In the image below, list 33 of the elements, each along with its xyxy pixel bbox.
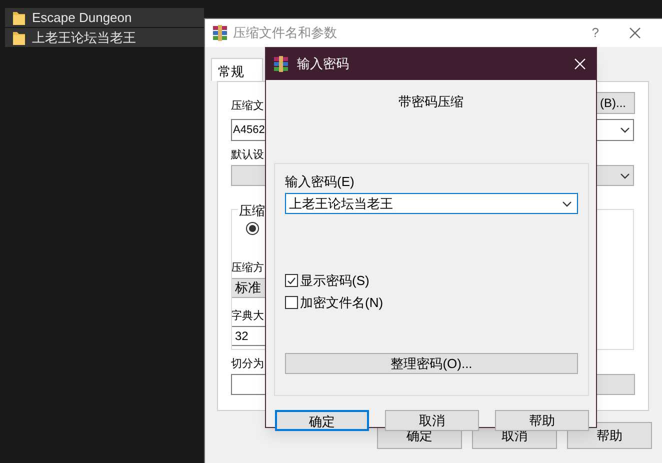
chevron-icon <box>620 127 630 133</box>
field-label: 默认设 <box>231 148 264 163</box>
checkbox-label: 显示密码(S) <box>300 274 370 287</box>
dialog-button[interactable]: 取消 <box>385 410 479 431</box>
help-button[interactable]: ? <box>592 23 599 43</box>
dialog-button[interactable]: 帮助 <box>495 410 589 431</box>
password-field[interactable]: 上老王论坛当老王 <box>285 193 578 214</box>
books-icon <box>273 56 289 72</box>
window-title: 压缩文件名和参数 <box>233 24 337 42</box>
chevron-icon <box>620 172 630 178</box>
checkbox-label: 加密文件名(N) <box>300 296 384 309</box>
dialog-button[interactable]: 确定 <box>275 410 369 431</box>
field-label: 输入密码(E) <box>285 174 354 190</box>
checkbox[interactable] <box>285 296 298 309</box>
organize-button[interactable]: 整理密码(O)... <box>285 353 578 374</box>
radio-button[interactable] <box>246 222 259 235</box>
folder-icon <box>12 10 26 26</box>
window-title: 输入密码 <box>297 55 349 74</box>
field-label: 压缩方 <box>231 260 264 276</box>
folder-icon <box>12 30 26 46</box>
field-label: 压缩文 <box>231 98 264 114</box>
tab[interactable]: 常规 <box>211 58 263 81</box>
file-row[interactable]: Escape Dungeon <box>5 8 204 27</box>
field-value: 上老王论坛当老王 <box>289 194 393 213</box>
file-name: 上老王论坛当老王 <box>32 28 136 47</box>
file-row[interactable]: 上老王论坛当老王 <box>5 28 204 47</box>
books-icon <box>212 25 228 41</box>
chevron-icon <box>562 200 572 206</box>
checkbox[interactable] <box>285 274 298 287</box>
field-label: 切分为 <box>231 357 264 372</box>
file-name: Escape Dungeon <box>32 8 132 27</box>
dialog-heading: 带密码压缩 <box>398 94 464 110</box>
field-value: A4562 <box>233 122 265 138</box>
